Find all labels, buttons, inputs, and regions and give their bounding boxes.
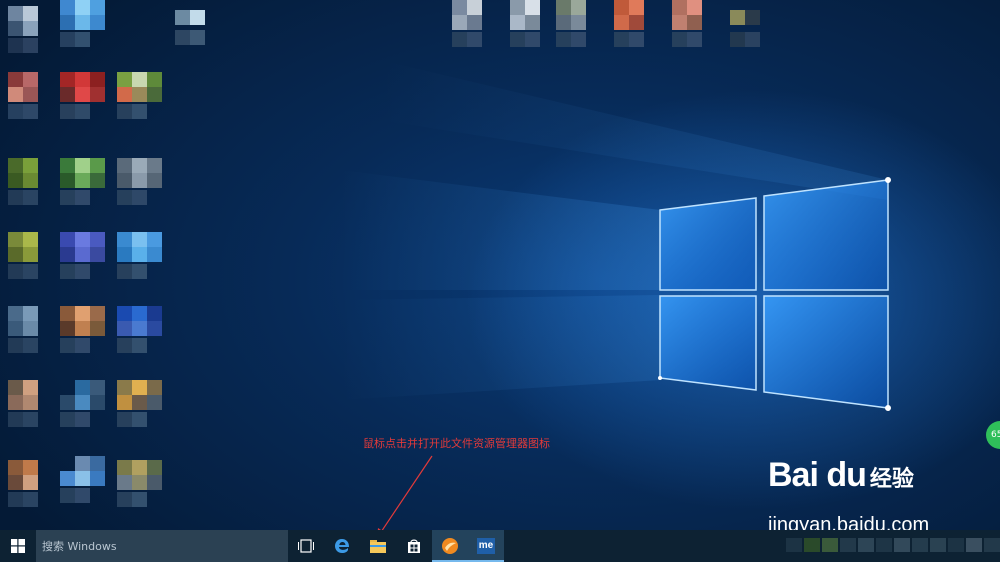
watermark-url: jingyan.baidu.com	[768, 514, 930, 530]
baidu-jingyan-watermark: Bai du 经验 jingyan.baidu.com	[768, 456, 929, 530]
desktop-icon[interactable]	[8, 306, 52, 362]
desktop-icon[interactable]	[175, 0, 219, 56]
me-app-icon: me	[477, 538, 495, 554]
desktop-icon[interactable]	[117, 158, 162, 214]
watermark-cn: 经验	[869, 467, 914, 492]
desktop-icon[interactable]	[117, 380, 162, 436]
desktop-icon[interactable]	[730, 10, 774, 66]
desktop-icon[interactable]	[117, 72, 162, 128]
orange-app-icon	[442, 538, 458, 554]
desktop-icon[interactable]	[117, 232, 162, 288]
desktop: 鼠标点击并打开此文件资源管理器图标 65 Bai du 经验 jingyan.ba…	[0, 0, 1000, 530]
desktop-icon[interactable]	[556, 0, 600, 56]
system-tray[interactable]	[760, 538, 1000, 554]
desktop-icon[interactable]	[60, 380, 105, 436]
desktop-icon[interactable]	[8, 380, 52, 436]
desktop-icon[interactable]	[8, 232, 52, 288]
desktop-icon[interactable]	[60, 306, 105, 362]
desktop-icon[interactable]	[452, 0, 496, 56]
me-app-label: me	[478, 540, 494, 551]
desktop-icon[interactable]	[117, 306, 162, 362]
desktop-icon[interactable]	[8, 72, 52, 128]
orange-app-button[interactable]	[432, 530, 468, 562]
taskbar: 搜索 Windows me	[0, 530, 1000, 562]
desktop-icon[interactable]	[60, 158, 105, 214]
start-button[interactable]	[0, 530, 36, 562]
desktop-icon[interactable]	[60, 0, 105, 56]
store-icon	[408, 539, 420, 553]
file-explorer-button[interactable]	[360, 530, 396, 562]
desktop-icon[interactable]	[614, 0, 658, 56]
desktop-icon[interactable]	[60, 72, 105, 128]
me-app-button[interactable]: me	[468, 530, 504, 562]
windows-start-icon	[11, 539, 25, 553]
watermark-brand: Bai du	[768, 456, 867, 494]
edge-icon	[335, 539, 350, 553]
store-button[interactable]	[396, 530, 432, 562]
task-view-icon	[298, 539, 314, 553]
edge-button[interactable]	[324, 530, 360, 562]
folder-icon	[370, 540, 386, 553]
desktop-icon[interactable]	[510, 0, 554, 56]
task-view-button[interactable]	[288, 530, 324, 562]
annotation-text: 鼠标点击并打开此文件资源管理器图标	[363, 437, 550, 450]
desktop-icon[interactable]	[8, 460, 52, 516]
desktop-icon[interactable]	[60, 232, 105, 288]
desktop-icon[interactable]	[8, 6, 52, 62]
search-box[interactable]: 搜索 Windows	[36, 530, 288, 562]
desktop-icon[interactable]	[60, 456, 105, 512]
desktop-icon[interactable]	[117, 460, 162, 516]
search-placeholder: 搜索 Windows	[42, 540, 117, 553]
desktop-icon[interactable]	[8, 158, 52, 214]
desktop-icon[interactable]	[672, 0, 716, 56]
